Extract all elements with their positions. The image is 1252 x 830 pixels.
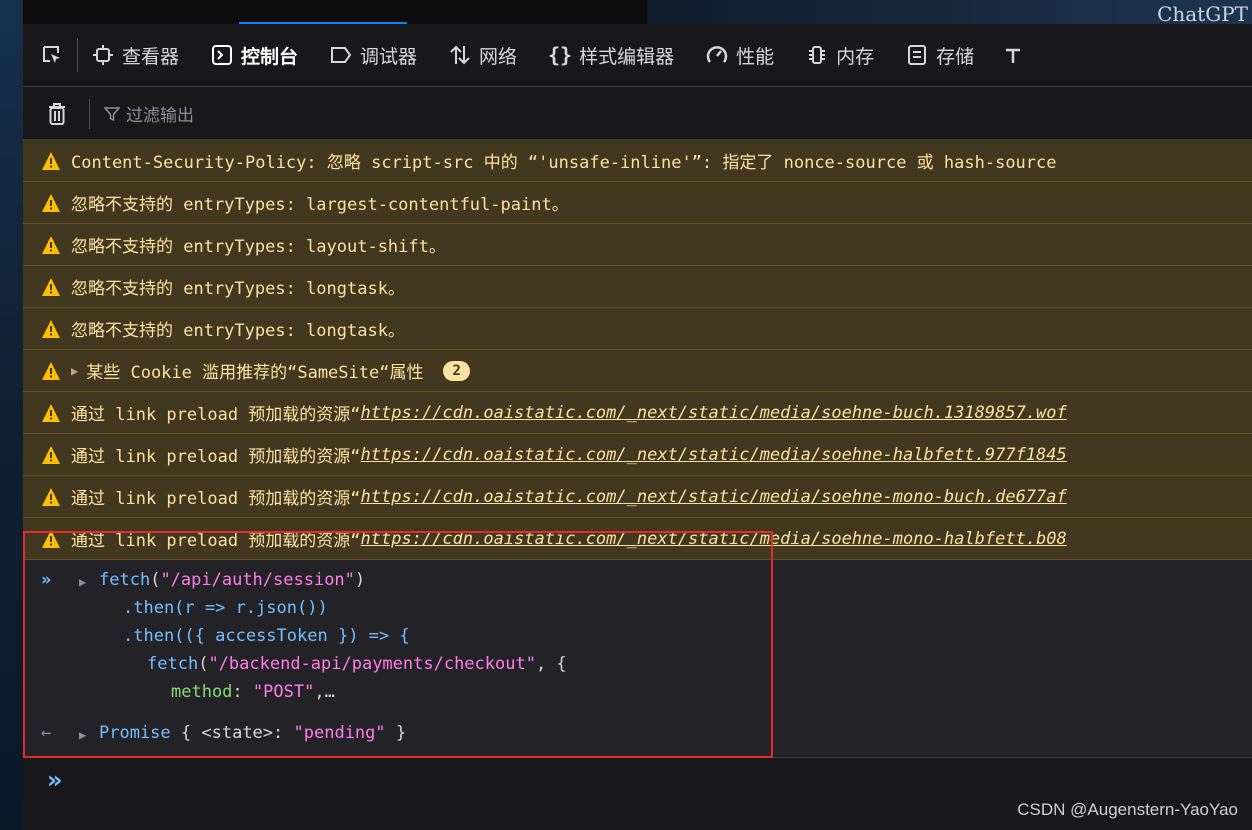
resource-link[interactable]: https://cdn.oaistatic.com/_next/static/m… [361,487,1067,507]
style-editor-icon: {} [548,43,573,67]
repeat-count-badge: 2 [443,360,470,381]
expand-input-caret-icon[interactable]: ▶ [79,568,86,596]
warning-icon [41,487,61,507]
warning-text: Content-Security-Policy: 忽略 script-src 中… [71,153,1057,173]
expand-caret-icon[interactable]: ▶ [71,364,78,378]
warning-text: 忽略不支持的 entryTypes: largest-contentful-pa… [71,195,569,215]
warning-icon [41,529,61,549]
code-line-5[interactable]: method: "POST",… [171,678,335,706]
warning-icon [41,235,61,255]
warning-icon [41,445,61,465]
console-icon [209,42,235,68]
memory-icon [804,42,830,68]
devtools-toolbar: 查看器 控制台 调试器 网络 {} 样式编辑器 性能 内存 存储 [23,24,1252,87]
warning-text: 忽略不支持的 entryTypes: layout-shift。 [71,237,446,257]
warning-icon [41,151,61,171]
warning-message[interactable]: 通过 link preload 预加载的资源“ https://cdn.oaist… [23,392,1252,434]
filter-separator [89,98,90,129]
tab-network-label: 网络 [479,45,518,68]
console-messages: Content-Security-Policy: 忽略 script-src 中… [23,140,1252,560]
console-evaluation-block: » ▶ fetch("/api/auth/session") .then(r => r… [23,560,1252,758]
console-filter-bar: 过滤输出 [23,88,1252,140]
warning-text: 忽略不支持的 entryTypes: longtask。 [71,279,405,299]
network-icon [447,42,473,68]
expand-result-caret-icon[interactable]: ▶ [79,721,86,749]
tab-storage-label: 存储 [936,45,975,68]
clear-console-icon[interactable] [45,101,69,127]
warning-message[interactable]: 通过 link preload 预加载的资源“ https://cdn.oaist… [23,476,1252,518]
more-tools-icon[interactable] [1000,42,1026,68]
debugger-icon [328,42,354,68]
filter-funnel-icon [104,106,120,121]
tab-performance-label: 性能 [736,45,775,68]
code-line-3[interactable]: .then(({ accessToken }) => { [123,622,410,650]
warning-text: 通过 link preload 预加载的资源“ [71,489,361,509]
input-prompt-icon: » [41,570,52,590]
warning-message-group[interactable]: ▶ 某些 Cookie 滥用推荐的“SameSite“属性 2 [23,350,1252,392]
warning-icon [41,319,61,339]
warning-message[interactable]: 通过 link preload 预加载的资源“ https://cdn.oaist… [23,434,1252,476]
warning-message[interactable]: 忽略不支持的 entryTypes: largest-contentful-pa… [23,182,1252,224]
browser-top-strip: ChatGPT [23,0,1252,26]
warning-message[interactable]: 忽略不支持的 entryTypes: longtask。 [23,308,1252,350]
warning-text: 通过 link preload 预加载的资源“ [71,447,361,467]
resource-link[interactable]: https://cdn.oaistatic.com/_next/static/m… [361,445,1067,465]
warning-icon [41,403,61,423]
page-title-fragment: ChatGPT [1157,2,1248,26]
tab-style-editor-label: 样式编辑器 [579,45,675,68]
code-line-2[interactable]: .then(r => r.json()) [123,594,328,622]
warning-text: 忽略不支持的 entryTypes: longtask。 [71,321,405,341]
performance-icon [704,42,730,68]
warning-text: 某些 Cookie 滥用推荐的“SameSite“属性 [86,363,424,383]
page-background: ChatGPT [647,0,1252,26]
warning-message[interactable]: 忽略不支持的 entryTypes: layout-shift。 [23,224,1252,266]
tab-style-editor[interactable]: {} 样式编辑器 [547,24,674,86]
watermark: CSDN @Augenstern-YaoYao [1017,800,1238,819]
code-line-4[interactable]: fetch("/backend-api/payments/checkout", … [147,650,567,678]
tab-console[interactable]: 控制台 [209,24,298,86]
tab-memory-label: 内存 [836,45,875,68]
tab-debugger-label: 调试器 [360,45,418,68]
warning-icon [41,277,61,297]
inspector-icon [90,42,116,68]
tab-performance[interactable]: 性能 [704,24,774,86]
filter-output-input[interactable]: 过滤输出 [104,101,194,126]
filter-placeholder: 过滤输出 [126,106,194,126]
tab-network[interactable]: 网络 [447,24,517,86]
desktop-wallpaper-strip [0,0,23,830]
warning-icon [41,361,61,381]
warning-icon [41,193,61,213]
warning-text: 通过 link preload 预加载的资源“ [71,405,361,425]
tab-inspector[interactable]: 查看器 [90,24,179,86]
tab-debugger[interactable]: 调试器 [328,24,417,86]
code-line-1[interactable]: fetch("/api/auth/session") [99,566,365,594]
tab-memory[interactable]: 内存 [804,24,874,86]
console-input-area[interactable]: » CSDN @Augenstern-YaoYao [23,758,1252,830]
warning-message[interactable]: 忽略不支持的 entryTypes: longtask。 [23,266,1252,308]
tab-console-label: 控制台 [241,45,299,68]
warning-text: 通过 link preload 预加载的资源“ [71,531,361,551]
input-prompt-icon: » [47,766,63,794]
resource-link[interactable]: https://cdn.oaistatic.com/_next/static/m… [361,529,1067,549]
warning-message[interactable]: Content-Security-Policy: 忽略 script-src 中… [23,140,1252,182]
result-arrow-icon: ← [41,723,52,743]
tab-inspector-label: 查看器 [122,45,180,68]
resource-link[interactable]: https://cdn.oaistatic.com/_next/static/m… [361,403,1067,423]
storage-icon [904,42,930,68]
toolbar-separator [77,38,78,72]
element-picker-icon[interactable] [39,42,65,68]
warning-message[interactable]: 通过 link preload 预加载的资源“ https://cdn.oaist… [23,518,1252,560]
console-result[interactable]: Promise { <state>: "pending" } [99,719,406,747]
tab-storage[interactable]: 存储 [904,24,974,86]
